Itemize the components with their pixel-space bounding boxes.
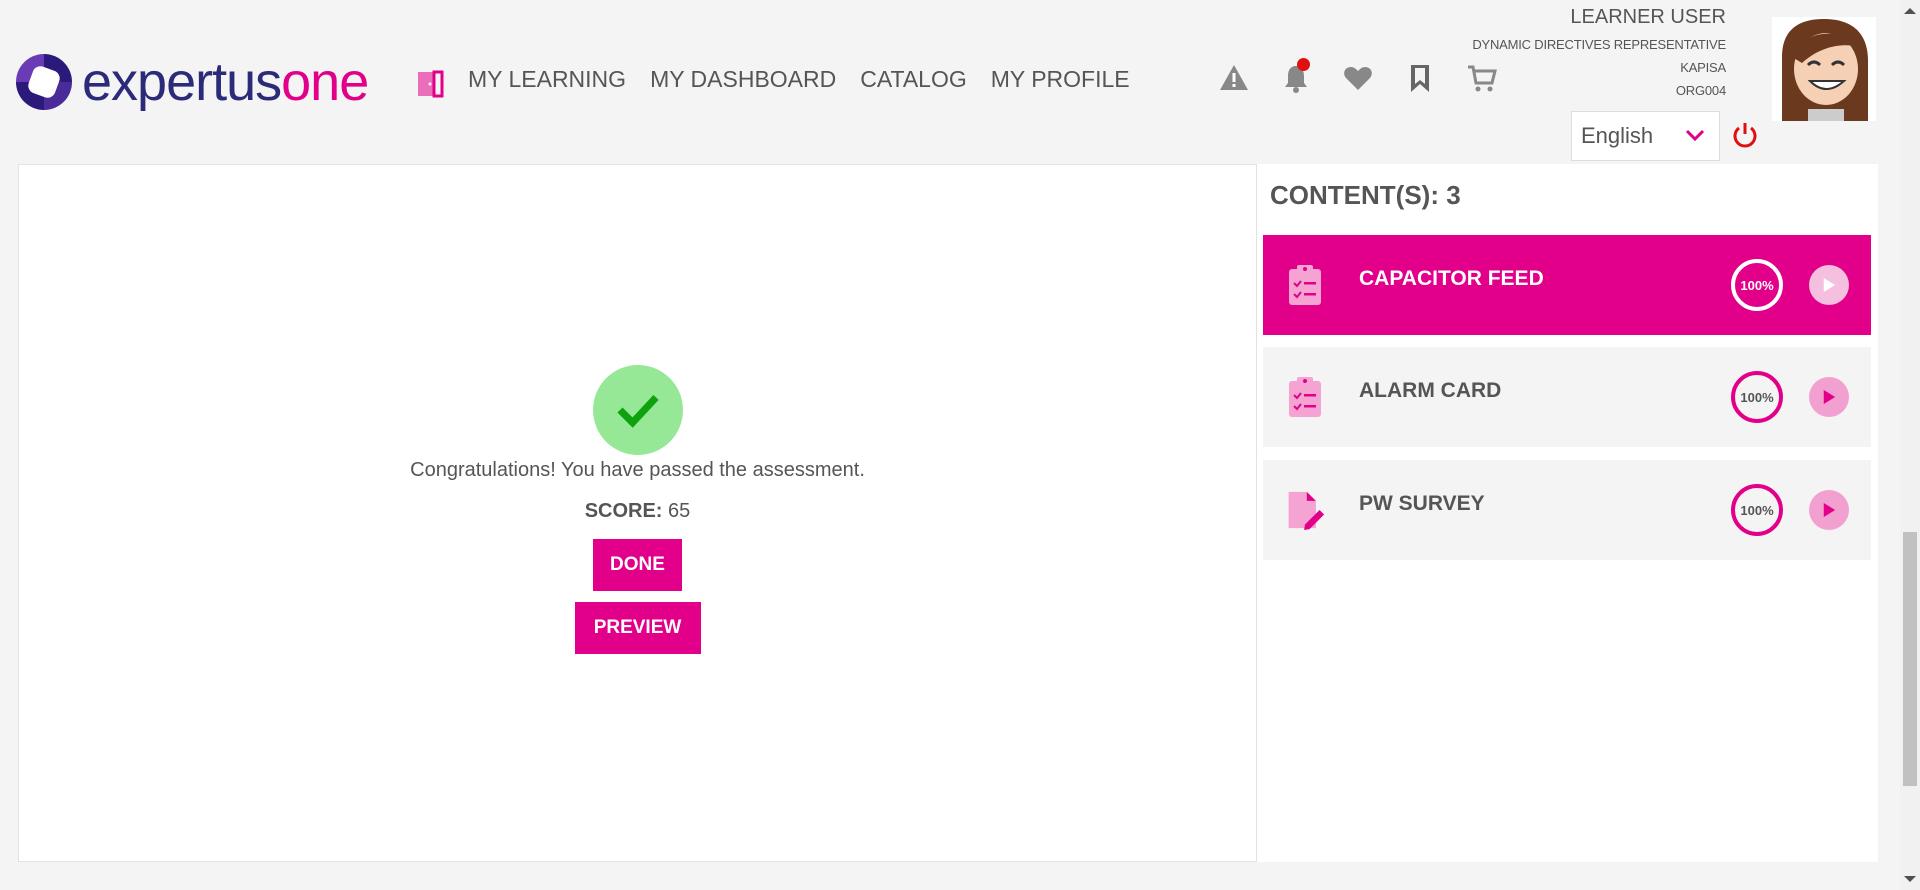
app-header: expertusone MY LEARNING MY DASHBOARD CAT…: [0, 0, 1890, 161]
nav-my-profile[interactable]: MY PROFILE: [991, 66, 1130, 93]
assessment-result: Congratulations! You have passed the ass…: [19, 365, 1256, 654]
main-nav: MY LEARNING MY DASHBOARD CATALOG MY PROF…: [468, 66, 1130, 93]
congrats-message: Congratulations! You have passed the ass…: [410, 459, 865, 481]
contents-panel: CONTENT(S): 3 CAPACITOR FEED 100% ALARM …: [1257, 164, 1878, 862]
user-org-code: ORG004: [1675, 83, 1726, 98]
logo-text: expertusone: [82, 52, 369, 112]
score-value: 65: [668, 500, 691, 522]
page-scrollbar[interactable]: [1900, 0, 1920, 890]
avatar[interactable]: [1772, 17, 1876, 121]
scroll-up-arrow-icon[interactable]: [1904, 8, 1916, 14]
expertusone-logo[interactable]: expertusone: [16, 52, 369, 112]
clipboard-checklist-icon: [1289, 265, 1321, 305]
clipboard-checklist-icon: [1289, 377, 1321, 417]
notification-dot: [1297, 58, 1310, 71]
content-item-title: PW SURVEY: [1359, 492, 1485, 515]
nav-catalog[interactable]: CATALOG: [860, 66, 967, 93]
logout-power-icon[interactable]: [1731, 121, 1759, 149]
user-name: LEARNER USER: [1570, 6, 1726, 28]
contents-heading: CONTENT(S): 3: [1270, 180, 1461, 210]
exit-door-icon[interactable]: [416, 68, 444, 98]
user-org-name: KAPISA: [1680, 60, 1726, 75]
content-item-pw-survey[interactable]: PW SURVEY 100%: [1263, 460, 1871, 560]
assessment-result-panel: Congratulations! You have passed the ass…: [18, 164, 1257, 862]
nav-my-learning[interactable]: MY LEARNING: [468, 66, 626, 93]
bell-icon[interactable]: [1280, 58, 1312, 94]
done-button[interactable]: DONE: [593, 539, 682, 591]
content-item-alarm-card[interactable]: ALARM CARD 100%: [1263, 347, 1871, 447]
play-icon[interactable]: [1809, 265, 1849, 305]
progress-circle: 100%: [1731, 371, 1783, 423]
language-select[interactable]: English: [1571, 111, 1720, 161]
preview-button[interactable]: PREVIEW: [574, 602, 701, 654]
scrollbar-thumb[interactable]: [1903, 532, 1917, 786]
score: SCORE: 65: [585, 500, 691, 523]
play-icon[interactable]: [1809, 490, 1849, 530]
logo-mark-icon: [16, 54, 72, 110]
check-icon: [592, 365, 683, 455]
progress-circle: 100%: [1731, 484, 1783, 536]
play-icon[interactable]: [1809, 377, 1849, 417]
language-select-value: English: [1581, 123, 1654, 148]
content-item-capacitor-feed[interactable]: CAPACITOR FEED 100%: [1263, 235, 1871, 335]
progress-circle: 100%: [1731, 259, 1783, 311]
content-item-title: ALARM CARD: [1359, 379, 1502, 402]
user-info: LEARNER USER DYNAMIC DIRECTIVES REPRESEN…: [1406, 4, 1726, 98]
scroll-down-arrow-icon[interactable]: [1904, 876, 1916, 882]
chevron-down-icon: [1685, 129, 1705, 142]
logo-text-part1: expertus: [82, 52, 282, 112]
score-label: SCORE:: [584, 500, 663, 522]
alert-icon[interactable]: [1218, 62, 1250, 94]
heart-icon[interactable]: [1342, 62, 1374, 94]
nav-my-dashboard[interactable]: MY DASHBOARD: [650, 66, 836, 93]
logo-text-part2: one: [281, 52, 369, 112]
user-role: DYNAMIC DIRECTIVES REPRESENTATIVE: [1472, 37, 1726, 52]
content-item-title: CAPACITOR FEED: [1359, 267, 1544, 290]
document-edit-icon: [1288, 491, 1325, 530]
